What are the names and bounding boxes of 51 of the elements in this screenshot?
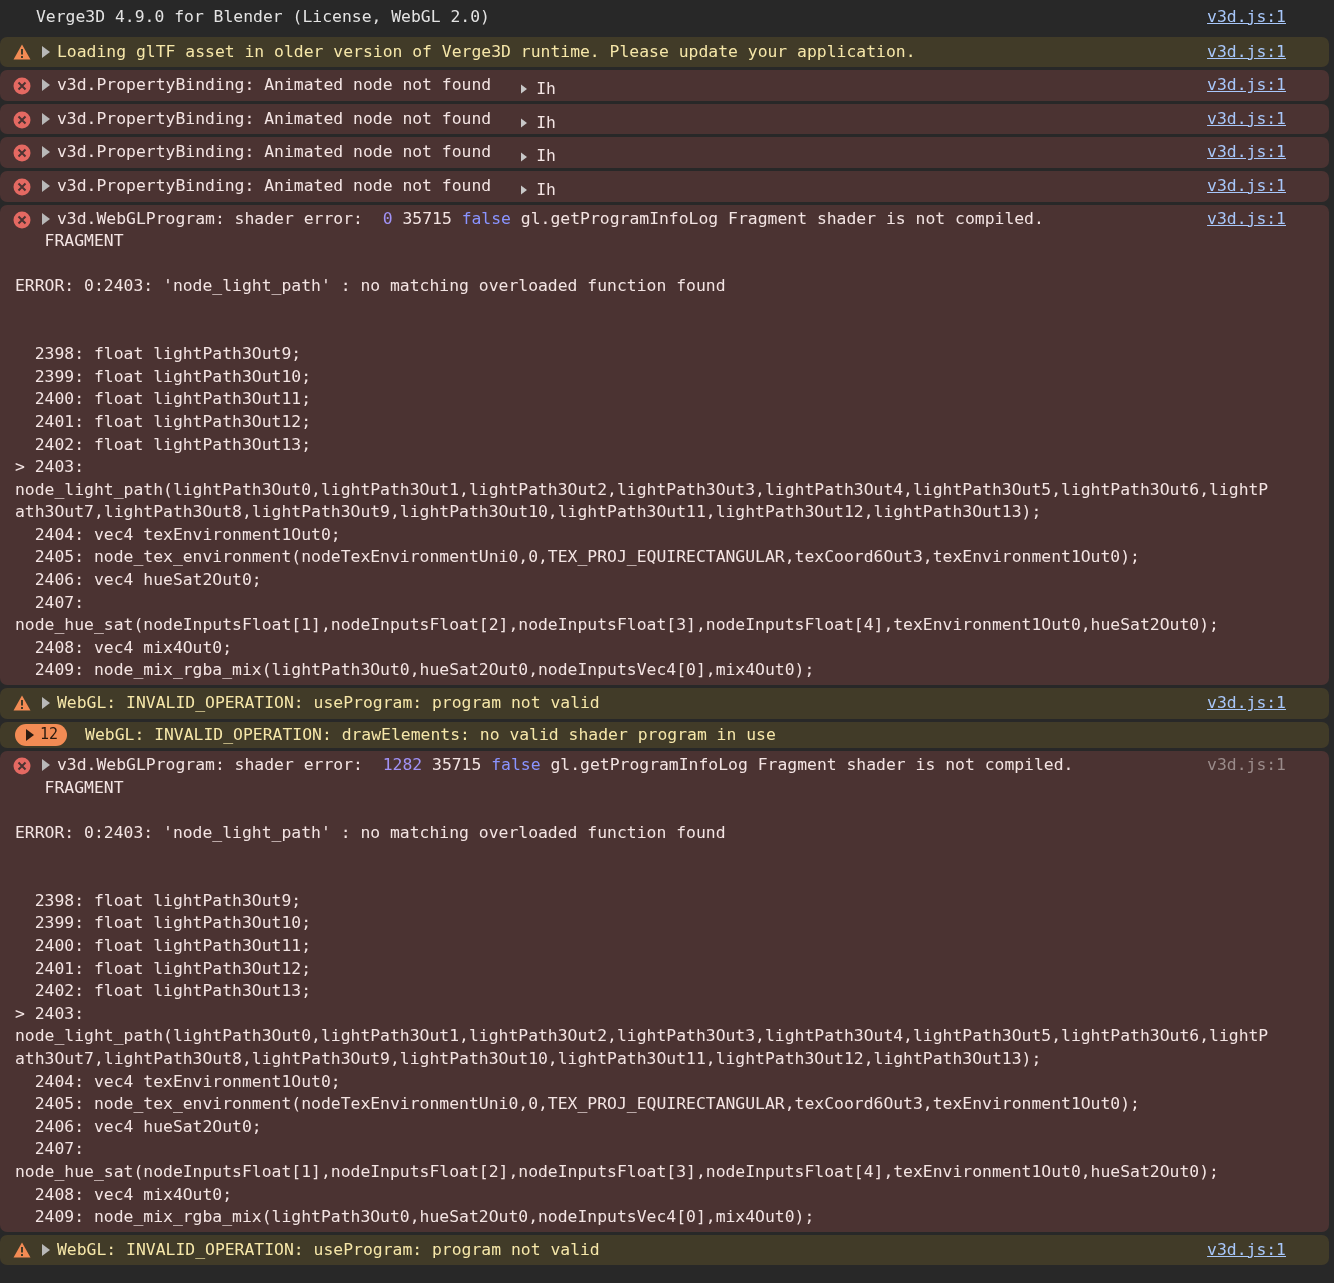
source-link[interactable]: v3d.js:1 [1207, 1238, 1286, 1262]
warning-icon [12, 43, 31, 60]
message-text: WebGL: INVALID_OPERATION: useProgram: program not valid [57, 692, 600, 715]
caret-icon[interactable] [42, 112, 50, 125]
error-icon [12, 210, 31, 229]
caret-icon[interactable] [521, 185, 528, 196]
caret-icon[interactable] [521, 151, 528, 162]
source-link[interactable]: v3d.js:1 [1207, 207, 1286, 231]
shader-log-text: FRAGMENT ERROR: 0:2403: 'node_light_path' : no matching overloaded function found 2398: float lightPath3Out9; 2399: float lightPath3Out10; 2400: float lightPath3Out11; 2401: float lightPath3Out12; 2402: float lightPath3Out13; > 2403: node_light_path(lightPath3Out0,lightPath3Out1,lightPath3Out2,lightPath3Out3,lightPath3Out4,lightPath3Out5,lightPath3Out6,lightP ath3Out7,lightPath3Out8,lightPath3Out9,lightPath3Out10,lightPath3Out11,lightPath3Out12,lightPath3Out13); 2404: vec4 texEnvironment1Out0; 2405: node_tex_environment(nodeTexEnvironmentUni0,0,TEX_PROJ_EQUIRECTANGULAR,texCoord6Out3,texEnvironment1Out0); 2406: vec4 hueSat2Out0; 2407: node_hue_sat(nodeInputsFloat[1],nodeInputsFloat[2],nodeInputsFloat[3],nodeInputsFloat[4],texEnvironment1Out0,hueSat2Out0); 2408: vec4 mix4Out0; 2409: node_mix_rgba_mix(lightPath3Out0,hueSat2Out0,nodeInputsVec4[0],mix4Out0); [15, 776, 1269, 1229]
caret-icon[interactable] [42, 146, 50, 159]
warning-icon [12, 1241, 31, 1258]
caret-icon[interactable] [42, 79, 50, 92]
message-text: Loading glTF asset in older version of Verge3D runtime. Please update your application. [57, 40, 916, 63]
caret-icon[interactable] [42, 45, 50, 58]
object-preview[interactable]: Ih [536, 178, 556, 202]
source-link[interactable]: v3d.js:1 [1207, 754, 1286, 777]
error-icon [12, 110, 31, 129]
source-link[interactable]: v3d.js:1 [1207, 141, 1286, 164]
error-icon [12, 177, 31, 196]
object-preview[interactable]: Ih [536, 78, 556, 101]
message-text: v3d.PropertyBinding: Animated node not found [57, 107, 492, 130]
caret-icon[interactable] [42, 759, 50, 772]
object-preview[interactable]: Ih [536, 111, 556, 135]
message-text: WebGL: INVALID_OPERATION: useProgram: program not valid [57, 1238, 600, 1261]
source-link[interactable]: v3d.js:1 [1207, 74, 1286, 97]
message-text: Verge3D 4.9.0 for Blender (License, WebGL 2.0) [36, 7, 490, 26]
source-link[interactable]: v3d.js:1 [1207, 40, 1286, 64]
caret-icon[interactable] [521, 118, 528, 129]
object-preview[interactable]: Ih [536, 145, 556, 168]
message-text: v3d.WebGLProgram: shader error: 1282 35715 false gl.getProgramInfoLog Fragment shader is not compiled. [57, 754, 1074, 777]
source-link[interactable]: v3d.js:1 [1207, 174, 1286, 198]
message-text: WebGL: INVALID_OPERATION: drawElements: no valid shader program in use [85, 724, 776, 744]
message-text: v3d.WebGLProgram: shader error: 0 35715 false gl.getProgramInfoLog Fragment shader is not compiled. [57, 207, 1044, 230]
caret-icon[interactable] [42, 212, 50, 225]
error-icon [12, 757, 31, 776]
message-text: v3d.PropertyBinding: Animated node not found [57, 141, 492, 164]
repeat-count-badge[interactable]: 12 [15, 723, 68, 746]
source-link[interactable]: v3d.js:1 [1207, 692, 1286, 715]
caret-icon[interactable] [42, 697, 50, 710]
message-text: v3d.PropertyBinding: Animated node not found [57, 74, 492, 97]
caret-icon[interactable] [26, 728, 34, 741]
source-link[interactable]: v3d.js:1 [1207, 107, 1286, 131]
error-icon [12, 144, 31, 163]
source-link[interactable]: v3d.js:1 [1207, 6, 1286, 29]
message-text: v3d.PropertyBinding: Animated node not found [57, 174, 492, 197]
warning-icon [12, 695, 31, 712]
shader-log-text: FRAGMENT ERROR: 0:2403: 'node_light_path' : no matching overloaded function found 2398: float lightPath3Out9; 2399: float lightPath3Out10; 2400: float lightPath3Out11; 2401: float lightPath3Out12; 2402: float lightPath3Out13; > 2403: node_light_path(lightPath3Out0,lightPath3Out1,lightPath3Out2,lightPath3Out3,lightPath3Out4,lightPath3Out5,lightPath3Out6,lightP ath3Out7,lightPath3Out8,lightPath3Out9,lightPath3Out10,lightPath3Out11,lightPath3Out12,lightPath3Out13); 2404: vec4 texEnvironment1Out0; 2405: node_tex_environment(nodeTexEnvironmentUni0,0,TEX_PROJ_EQUIRECTANGULAR,texCoord6Out3,texEnvironment1Out0); 2406: vec4 hueSat2Out0; 2407: node_hue_sat(nodeInputsFloat[1],nodeInputsFloat[2],nodeInputsFloat[3],nodeInputsFloat[4],texEnvironment1Out0,hueSat2Out0); 2408: vec4 mix4Out0; 2409: node_mix_rgba_mix(lightPath3Out0,hueSat2Out0,nodeInputsVec4[0],mix4Out0); [15, 230, 1269, 682]
caret-icon[interactable] [42, 179, 50, 192]
error-icon [12, 77, 31, 96]
caret-icon[interactable] [42, 1243, 50, 1256]
caret-icon[interactable] [521, 84, 528, 95]
